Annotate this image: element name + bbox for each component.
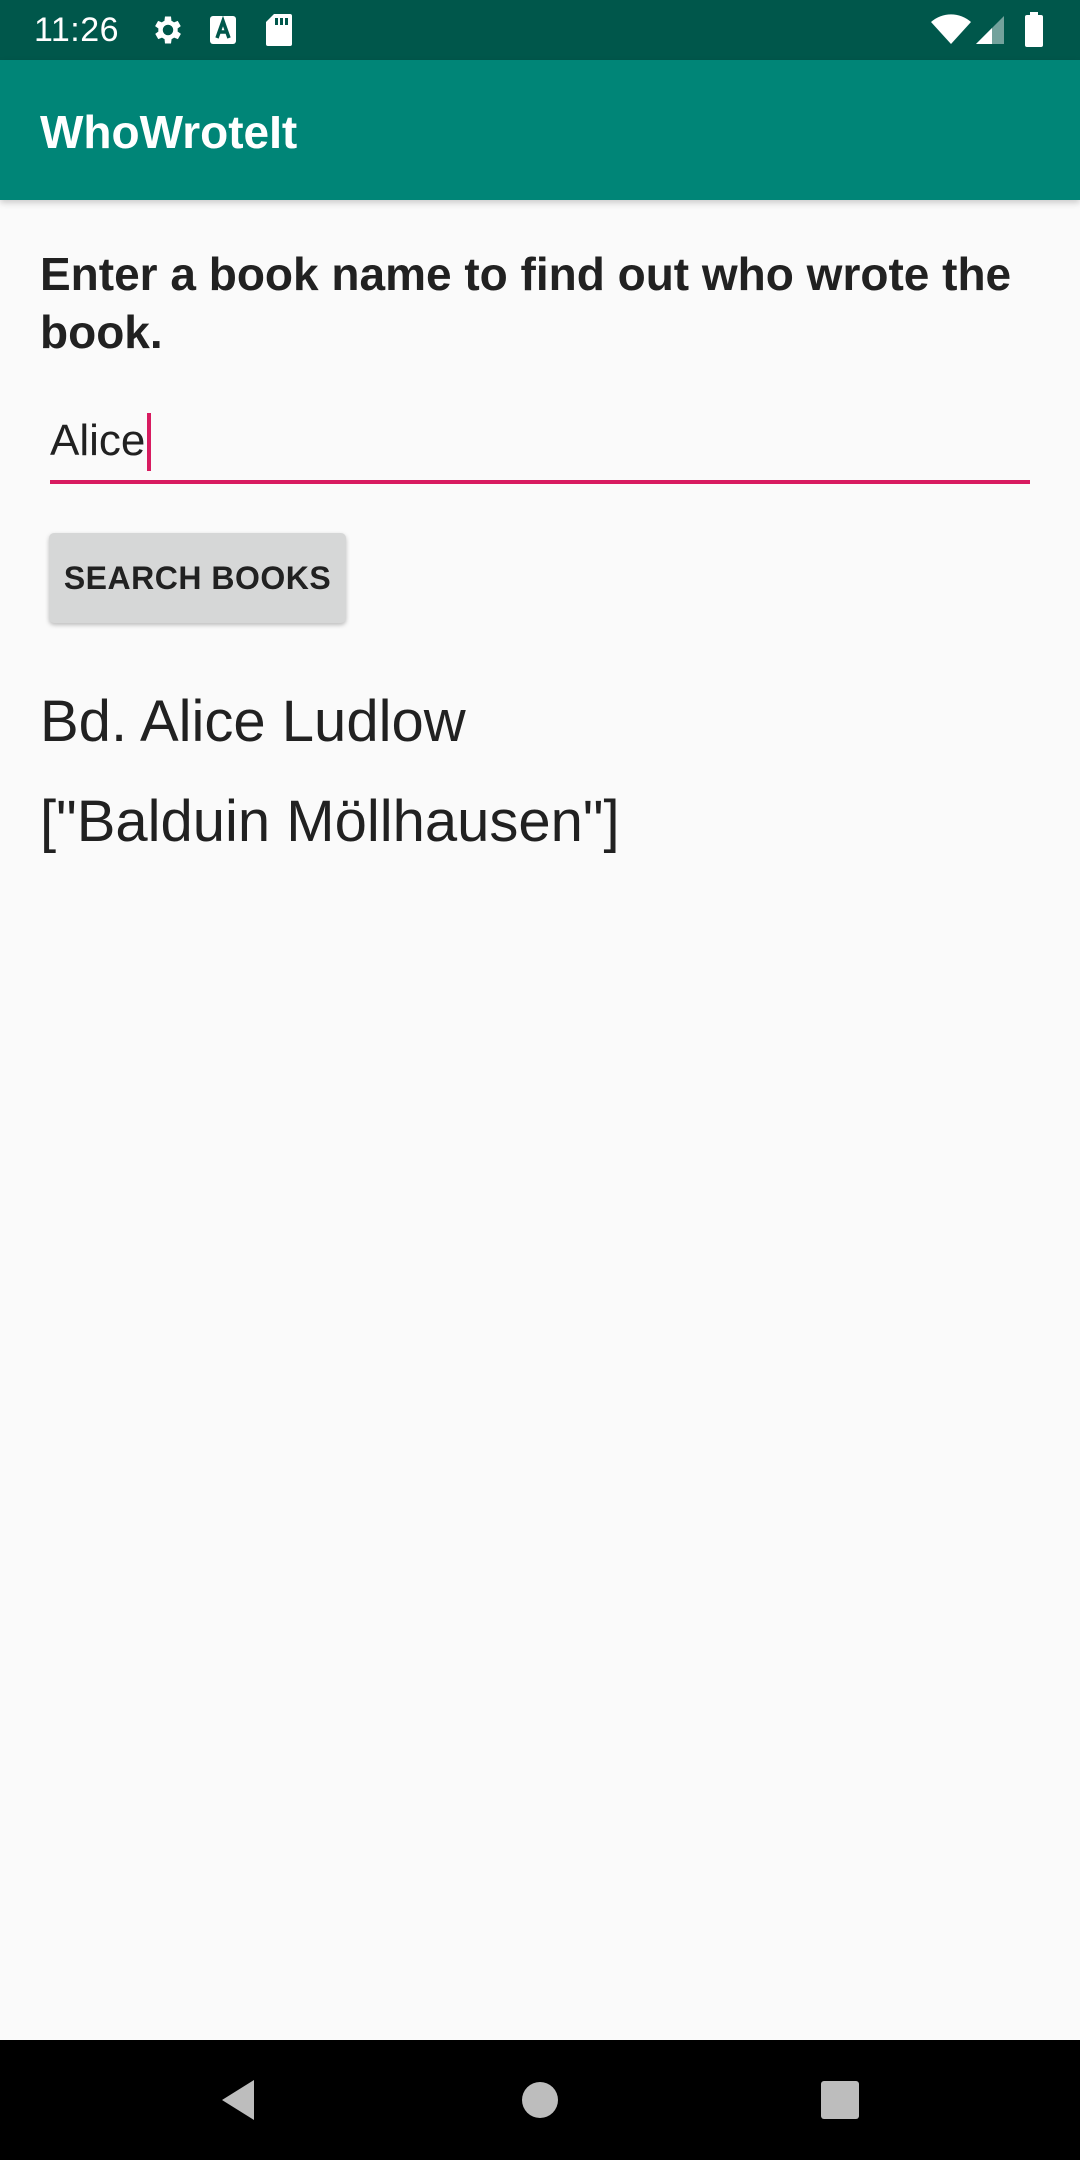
sd-card-icon bbox=[264, 12, 294, 53]
book-search-input[interactable] bbox=[50, 405, 1030, 477]
app-screen: 11:26 WhoWroteIt Enter a book name to fi… bbox=[0, 0, 1080, 2160]
app-bar: WhoWroteIt bbox=[0, 60, 1080, 200]
status-bar: 11:26 bbox=[0, 0, 1080, 60]
result-book-title: Bd. Alice Ludlow bbox=[40, 689, 466, 754]
back-icon[interactable] bbox=[208, 2070, 268, 2130]
search-books-button[interactable]: SEARCH BOOKS bbox=[49, 533, 346, 623]
navigation-bar bbox=[0, 2040, 1080, 2160]
home-icon[interactable] bbox=[510, 2070, 570, 2130]
book-search-field[interactable] bbox=[50, 405, 1030, 484]
accessibility-a-icon bbox=[208, 14, 238, 51]
app-title: WhoWroteIt bbox=[40, 106, 298, 158]
cell-signal-icon bbox=[974, 14, 1006, 51]
recents-icon[interactable] bbox=[810, 2070, 870, 2130]
status-time: 11:26 bbox=[34, 11, 120, 49]
text-cursor bbox=[147, 413, 151, 471]
instructions-text: Enter a book name to find out who wrote … bbox=[40, 248, 1012, 358]
battery-icon bbox=[1024, 12, 1044, 53]
wifi-icon bbox=[930, 14, 972, 51]
settings-icon bbox=[150, 12, 186, 53]
result-book-authors: ["Balduin Möllhausen"] bbox=[40, 789, 620, 854]
